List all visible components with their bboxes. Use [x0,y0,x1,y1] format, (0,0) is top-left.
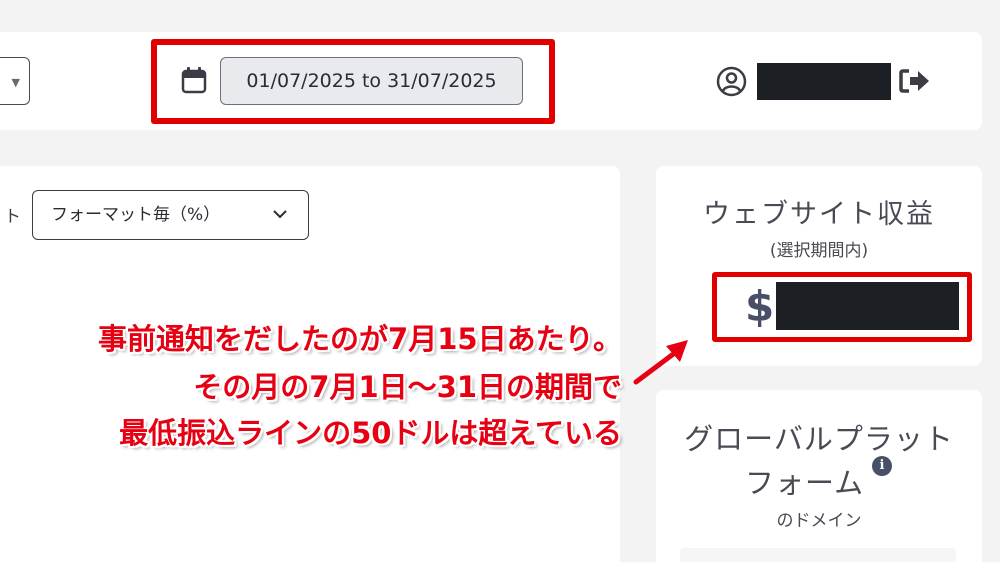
annotation-line-2: その月の7月1日～31日の期間で [193,370,622,404]
domain-list-top [680,548,956,562]
redacted-username [757,63,891,100]
chevron-down-icon [273,210,287,219]
format-select-value: フォーマット毎（%） [51,205,221,225]
logout-icon[interactable] [898,67,931,95]
user-circle-icon[interactable] [716,66,747,97]
annotation-line-1: 事前通知をだしたのが7月15日あたり。 [98,322,622,356]
global-platform-title-line2: フォーム [745,466,865,500]
site-select-dropdown[interactable]: ▼ [0,57,30,105]
format-select[interactable]: フォーマット毎（%） [32,190,309,240]
filter-label: ト [4,207,21,227]
info-icon[interactable]: i [872,456,892,476]
annotation-line-3: 最低振込ラインの50ドルは超えている [119,416,622,450]
revenue-title: ウェブサイト収益 [703,199,935,230]
annotation-arrow [633,340,688,385]
revenue-subtitle: (選択期間内) [769,241,869,261]
global-platform-subtitle: のドメイン [776,511,862,531]
global-platform-title: グローバルプラット [684,422,954,456]
caret-down-icon: ▼ [11,76,20,89]
highlight-box-revenue [712,272,972,342]
highlight-box-date [151,39,555,124]
